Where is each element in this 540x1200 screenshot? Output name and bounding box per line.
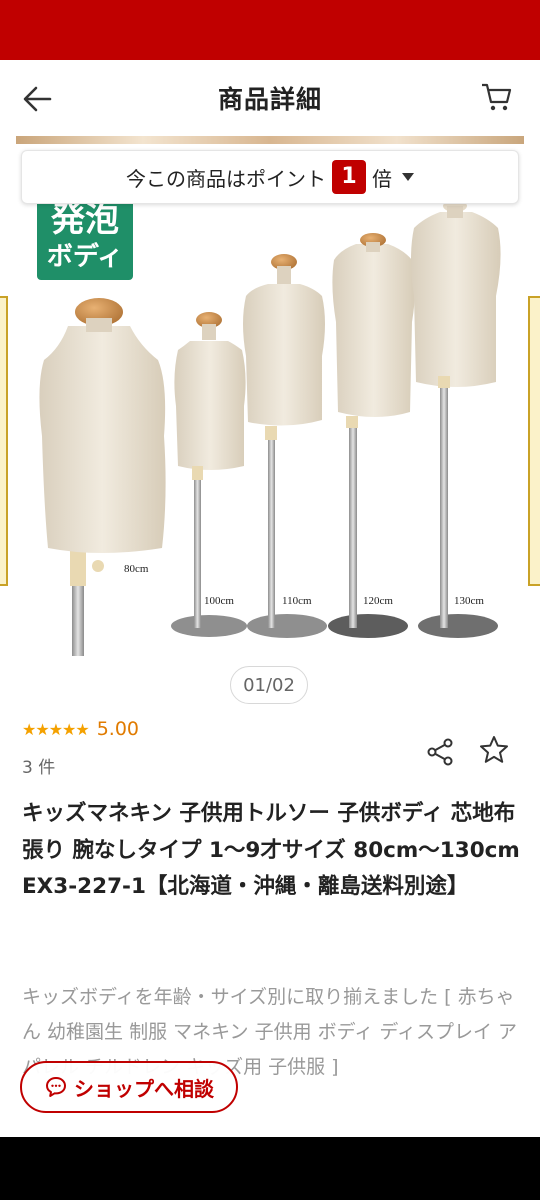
mannequin-product-image: 80cm 100cm 110cm 120cm 130cm	[39, 200, 501, 656]
mannequin-80cm	[39, 298, 166, 656]
size-label-100cm: 100cm	[204, 595, 234, 607]
star-rating-icon: ★★★★★	[22, 719, 90, 739]
mannequin-100cm	[171, 312, 247, 637]
points-multiplier-banner[interactable]: 今この商品はポイント 1 倍	[21, 150, 519, 204]
product-title: キッズマネキン 子供用トルソー 子供ボディ 芯地布張り 腕なしタイプ 1〜9才サ…	[22, 801, 520, 899]
rating-row[interactable]: ★★★★★ 5.00	[22, 718, 139, 740]
system-navigation-bar	[0, 1137, 540, 1200]
size-label-80cm: 80cm	[124, 563, 149, 575]
product-image-gallery[interactable]: 発泡 ボディ 80cm 100cm 110cm 120cm 130cm	[0, 136, 540, 666]
mannequin-130cm	[411, 200, 501, 638]
favorite-star-icon[interactable]	[478, 734, 510, 766]
points-banner-suffix: 倍	[372, 166, 392, 191]
share-icon[interactable]	[424, 736, 456, 768]
size-label-120cm: 120cm	[363, 595, 393, 607]
mannequin-120cm	[328, 233, 415, 638]
points-multiplier-badge: 1	[332, 160, 366, 194]
size-label-130cm: 130cm	[454, 595, 484, 607]
points-banner-prefix: 今この商品はポイント	[126, 166, 326, 191]
mannequin-110cm	[243, 254, 327, 638]
image-pager: 01/02	[230, 666, 308, 704]
shop-consult-button[interactable]: ショップへ相談	[20, 1061, 238, 1113]
app-header: 商品詳細	[0, 60, 540, 136]
cart-icon[interactable]	[480, 80, 514, 114]
dropdown-caret-icon	[402, 173, 414, 181]
rating-score: 5.00	[96, 718, 140, 740]
status-bar	[0, 0, 540, 60]
chat-bubble-icon	[46, 1077, 66, 1097]
shop-consult-label: ショップへ相談	[74, 1076, 214, 1101]
review-count[interactable]: 3 件	[22, 753, 55, 778]
page-title: 商品詳細	[217, 85, 322, 114]
size-label-110cm: 110cm	[282, 595, 312, 607]
back-arrow-icon[interactable]	[20, 82, 54, 116]
